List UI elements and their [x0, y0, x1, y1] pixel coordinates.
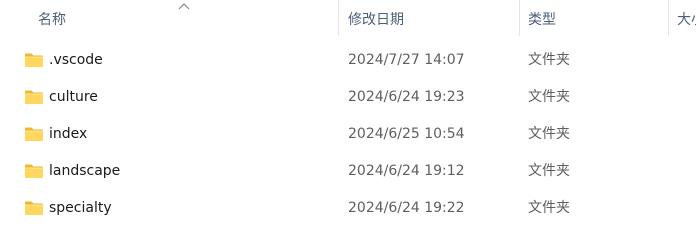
folder-icon — [25, 53, 43, 67]
file-modified-date: 2024/6/24 19:23 — [348, 89, 465, 105]
file-row[interactable]: landscape 2024/6/24 19:12 文件夹 — [0, 153, 696, 190]
folder-icon — [25, 90, 43, 104]
folder-icon — [25, 164, 43, 178]
file-name: culture — [49, 89, 98, 105]
column-divider[interactable] — [519, 0, 520, 36]
file-row[interactable]: culture 2024/6/24 19:23 文件夹 — [0, 79, 696, 116]
file-modified-date: 2024/7/27 14:07 — [348, 52, 465, 68]
file-row[interactable]: index 2024/6/25 10:54 文件夹 — [0, 116, 696, 153]
file-name: index — [49, 126, 88, 142]
column-header-size[interactable]: 大小 — [677, 0, 696, 40]
file-type: 文件夹 — [528, 200, 570, 216]
file-name: landscape — [49, 163, 121, 179]
file-name: .vscode — [49, 52, 103, 68]
column-header-date[interactable]: 修改日期 — [348, 0, 508, 40]
file-modified-date: 2024/6/25 10:54 — [348, 126, 465, 142]
folder-icon — [25, 201, 43, 215]
file-name: specialty — [49, 200, 112, 216]
file-list-view: 名称 修改日期 类型 大小 .vscode 2024/7/27 14:07 文件… — [0, 0, 696, 249]
file-row[interactable]: .vscode 2024/7/27 14:07 文件夹 — [0, 42, 696, 79]
file-type: 文件夹 — [528, 89, 570, 105]
column-header-bar: 名称 修改日期 类型 大小 — [0, 0, 696, 40]
file-type: 文件夹 — [528, 52, 570, 68]
file-type: 文件夹 — [528, 126, 570, 142]
folder-icon — [25, 127, 43, 141]
file-rows: .vscode 2024/7/27 14:07 文件夹 culture 2024… — [0, 42, 696, 227]
file-modified-date: 2024/6/24 19:22 — [348, 200, 465, 216]
column-header-type[interactable]: 类型 — [528, 0, 658, 40]
column-header-name[interactable]: 名称 — [38, 0, 328, 40]
file-row[interactable]: specialty 2024/6/24 19:22 文件夹 — [0, 190, 696, 227]
file-type: 文件夹 — [528, 163, 570, 179]
file-modified-date: 2024/6/24 19:12 — [348, 163, 465, 179]
column-divider[interactable] — [668, 0, 669, 36]
column-divider[interactable] — [338, 0, 339, 36]
